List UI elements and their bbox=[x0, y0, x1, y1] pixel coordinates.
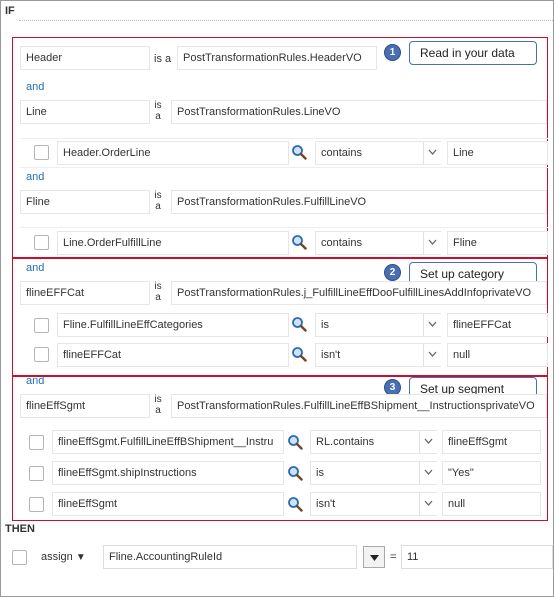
equals-sign: = bbox=[390, 551, 397, 563]
condition-right-field[interactable]: flineEFFCat bbox=[447, 313, 548, 337]
condition-checkbox[interactable] bbox=[34, 235, 49, 250]
flineeffsgmt-type-field[interactable]: PostTransformationRules.FulfillLineEffBS… bbox=[171, 394, 547, 418]
is-a-label: is a bbox=[154, 394, 162, 416]
condition-checkbox[interactable] bbox=[29, 435, 44, 450]
and-connector: and bbox=[26, 171, 45, 183]
is-a-label: is a bbox=[154, 53, 172, 65]
condition-right-field[interactable]: "Yes" bbox=[442, 461, 541, 485]
condition-right-field[interactable]: null bbox=[442, 492, 541, 516]
search-icon[interactable] bbox=[287, 434, 303, 450]
header-type-field[interactable]: PostTransformationRules.HeaderVO bbox=[177, 46, 377, 70]
condition-right-field[interactable]: Line bbox=[447, 141, 548, 165]
callout-read-data: Read in your data bbox=[409, 41, 537, 65]
and-connector: and bbox=[26, 262, 45, 274]
condition-left-field[interactable]: flineEffSgmt.FulfillLineEffBShipment__In… bbox=[52, 430, 284, 454]
condition-left-field[interactable]: flineEffSgmt.shipInstructions bbox=[52, 461, 284, 485]
condition-checkbox[interactable] bbox=[29, 497, 44, 512]
flineeffcat-type-field[interactable]: PostTransformationRules.j_FulfillLineEff… bbox=[171, 281, 547, 305]
condition-right-field[interactable]: Fline bbox=[447, 231, 548, 255]
condition-right-field[interactable]: flineEffSgmt bbox=[442, 430, 541, 454]
if-divider bbox=[19, 20, 553, 21]
chevron-down-icon[interactable] bbox=[423, 344, 441, 366]
condition-operator-select[interactable]: isn't bbox=[310, 492, 437, 516]
search-icon[interactable] bbox=[287, 465, 303, 481]
is-a-label: is a bbox=[154, 190, 162, 212]
condition-checkbox[interactable] bbox=[29, 466, 44, 481]
condition-checkbox[interactable] bbox=[34, 318, 49, 333]
condition-left-field[interactable]: flineEFFCat bbox=[57, 343, 289, 367]
condition-right-field[interactable]: null bbox=[447, 343, 548, 367]
if-label: IF bbox=[5, 5, 15, 17]
assign-value-field[interactable]: 11 bbox=[401, 545, 553, 569]
chevron-down-icon[interactable] bbox=[419, 462, 437, 484]
is-a-label: is a bbox=[154, 281, 162, 303]
flineeffsgmt-var-field[interactable]: flineEffSgmt bbox=[20, 394, 150, 418]
condition-operator-select[interactable]: RL.contains bbox=[310, 430, 437, 454]
search-icon[interactable] bbox=[291, 316, 307, 332]
callout-number-1: 1 bbox=[384, 44, 401, 61]
action-checkbox[interactable] bbox=[12, 550, 27, 565]
chevron-down-icon[interactable] bbox=[423, 314, 441, 336]
header-var-field[interactable]: Header bbox=[20, 46, 150, 70]
rule-editor: IF Header is a PostTransformationRules.H… bbox=[0, 0, 554, 597]
condition-checkbox[interactable] bbox=[34, 145, 49, 160]
is-a-label: is a bbox=[154, 100, 162, 122]
and-connector: and bbox=[26, 375, 45, 387]
search-icon[interactable] bbox=[291, 346, 307, 362]
fline-type-field[interactable]: PostTransformationRules.FulfillLineVO bbox=[171, 190, 547, 214]
then-label: THEN bbox=[5, 523, 35, 535]
callout-number-2: 2 bbox=[384, 264, 401, 281]
chevron-down-icon[interactable] bbox=[419, 493, 437, 515]
chevron-down-icon[interactable] bbox=[423, 142, 441, 164]
fline-var-field[interactable]: Fline bbox=[20, 190, 150, 214]
condition-checkbox[interactable] bbox=[34, 347, 49, 362]
chevron-down-icon[interactable] bbox=[423, 232, 441, 254]
action-select[interactable]: assign ▼ bbox=[41, 551, 86, 563]
condition-left-field[interactable]: flineEffSgmt bbox=[52, 492, 284, 516]
chevron-down-icon[interactable] bbox=[419, 431, 437, 453]
condition-left-field[interactable]: Line.OrderFulfillLine bbox=[57, 231, 289, 255]
condition-left-field[interactable]: Fline.FulfillLineEffCategories bbox=[57, 313, 289, 337]
condition-left-field[interactable]: Header.OrderLine bbox=[57, 141, 289, 165]
target-dropdown-button[interactable] bbox=[363, 546, 385, 568]
and-connector: and bbox=[26, 81, 45, 93]
line-var-field[interactable]: Line bbox=[20, 100, 150, 124]
search-icon[interactable] bbox=[291, 144, 307, 160]
assign-target-field[interactable]: Fline.AccountingRuleId bbox=[103, 545, 357, 569]
search-icon[interactable] bbox=[287, 496, 303, 512]
search-icon[interactable] bbox=[291, 234, 307, 250]
flineeffcat-var-field[interactable]: flineEFFCat bbox=[20, 281, 150, 305]
line-type-field[interactable]: PostTransformationRules.LineVO bbox=[171, 100, 547, 124]
condition-operator-select[interactable]: is bbox=[310, 461, 437, 485]
caret-down-icon: ▼ bbox=[75, 552, 86, 563]
